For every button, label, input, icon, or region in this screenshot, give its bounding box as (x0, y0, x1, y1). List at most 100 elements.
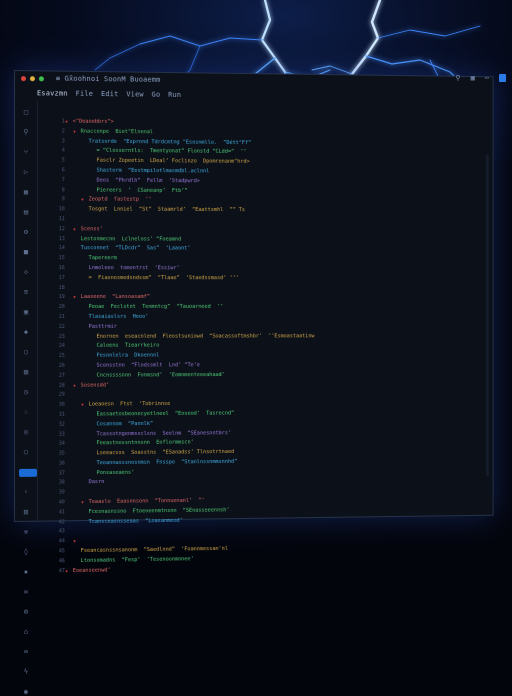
code-line[interactable]: 19 ▾ Laaseene “Lansoasamf” (43, 293, 481, 303)
file-icon[interactable]: □ (24, 108, 28, 116)
tag-icon[interactable]: ◆ (24, 328, 28, 336)
search-icon[interactable]: ⚲ (23, 128, 28, 136)
code-line[interactable]: 16 Lnmoleeo tomontrst ‘Essiwr’ (43, 264, 481, 274)
line-number: 41 (58, 509, 65, 516)
mail-icon[interactable]: ✉ (24, 588, 28, 596)
grid-icon[interactable]: ▣ (24, 308, 28, 316)
gear-icon[interactable]: ⚙ (24, 608, 28, 616)
code-text: Fasclr Zopeetin LDeal’ Foclinzo Dpomrena… (96, 157, 250, 166)
scrollbar[interactable] (485, 154, 489, 476)
code-text: Cncnssssnnn Fonmsnd’ ’Eomnmenteeeahaad’ (96, 371, 225, 379)
menu-file[interactable]: File (76, 90, 94, 98)
minimize-button[interactable] (29, 75, 35, 81)
line-number: 22 (58, 323, 65, 330)
code-text: <"Deaoobbrs”> (72, 118, 114, 125)
code-text: Fesnnlelra Dkoennnl (96, 352, 160, 359)
line-number: 17 (58, 274, 65, 281)
zap-icon[interactable]: ϟ (24, 668, 28, 676)
sidebar-action-button[interactable] (18, 468, 37, 477)
doc-icon[interactable]: ■ (24, 248, 28, 256)
more-icon[interactable]: ⋯ (485, 74, 489, 82)
star-icon[interactable]: ☆ (24, 408, 28, 416)
bookmark-icon[interactable]: ◇ (24, 268, 28, 276)
folder-icon[interactable]: ▤ (24, 208, 28, 216)
fold-toggle-icon[interactable]: ▾ (81, 196, 85, 205)
code-text: Lnmoleeo tomontrst ‘Essiwr’ (88, 265, 180, 272)
maximize-button[interactable] (38, 75, 44, 81)
fold-toggle-icon[interactable]: ▾ (73, 127, 77, 136)
line-number: 43 (58, 528, 65, 535)
line-number: 8 (61, 186, 65, 193)
code-text: Tlasaiaslsrs Heoo’ (88, 313, 149, 320)
line-number: 46 (58, 558, 65, 565)
menu-go[interactable]: Go (152, 91, 161, 99)
code-line[interactable]: 18 (43, 284, 481, 294)
code-text: Enornen eseacnlend Fleostsuniowd “Soacas… (96, 332, 315, 340)
line-number: 28 (58, 382, 65, 389)
extensions-icon[interactable]: ▦ (24, 188, 28, 196)
code-text: Zeoptd fastestp ’’ (88, 196, 152, 204)
window-title: ≡ Gx̃oohnoi SoonM Buoaemm (55, 74, 161, 84)
fold-toggle-icon[interactable]: ▾ (73, 381, 77, 390)
fold-toggle-icon[interactable]: ▾ (65, 118, 69, 127)
tool-icon[interactable]: ⚒ (24, 528, 28, 536)
list-icon[interactable]: ≡ (24, 288, 28, 296)
eye-icon[interactable]: ◉ (24, 688, 28, 696)
code-area[interactable]: 1 ▾ <"Deaoobbrs”> 2 ▾ Rnaccenpe Biet"Elnenal 3… (43, 117, 481, 577)
line-number: 35 (58, 450, 65, 457)
code-text: Piereers ’ CSaneanp’ Ftb’” (96, 187, 188, 194)
code-text: Scenss’ (80, 226, 103, 233)
fold-toggle-icon[interactable]: ▾ (65, 567, 69, 576)
editor-tab[interactable]: Esavzmn (37, 89, 68, 97)
code-line[interactable]: 20 Peoae Feclstnt Tenmntcg” “Tauoarneed ’… (43, 303, 481, 313)
code-text: Tcassotngenmssclsns Seelnm “SEanesnntbrs… (96, 429, 232, 437)
bell-icon[interactable]: ◎ (24, 428, 28, 436)
code-text: Tusconnet “TLDcdr” Sas” ‘Laaont’ (80, 245, 191, 252)
code-text: Pasttrmir (88, 323, 117, 330)
code-text: Sconsstnn “Flodssmlt Lnd’ “Te’e (96, 362, 200, 369)
close-button[interactable] (20, 75, 26, 81)
fold-toggle-icon[interactable]: ▾ (73, 293, 77, 302)
chart-icon[interactable]: ▥ (24, 508, 28, 516)
line-number: 32 (58, 421, 65, 428)
line-number: 42 (58, 519, 65, 526)
code-icon[interactable]: ‹ (24, 488, 28, 496)
line-number: 3 (61, 138, 65, 145)
line-number: 24 (58, 343, 65, 350)
code-line[interactable]: 17 = Fiasnosmedsndssm” “Tlaae” ‘Staedssma… (43, 274, 481, 284)
run-button[interactable] (499, 74, 506, 82)
code-text: Ponsaseaens’ (96, 469, 135, 476)
code-text: Tapereerm (88, 255, 117, 262)
fold-toggle-icon[interactable]: ▾ (81, 498, 85, 507)
code-text: Lestonmecnn Lclneloss’ “Foeamnd (80, 235, 182, 243)
code-text: Rnaccenpe Biet"Elnenal (80, 128, 154, 136)
debug-icon[interactable]: ▷ (24, 168, 28, 176)
branch-icon[interactable]: ⑂ (24, 148, 28, 156)
link-icon[interactable]: ∞ (24, 648, 28, 656)
pin-icon[interactable]: ○ (24, 348, 28, 356)
split-icon[interactable]: ▦ (471, 74, 475, 82)
fold-toggle-icon[interactable]: ▾ (73, 537, 77, 546)
settings-icon[interactable]: ⚙ (24, 228, 28, 236)
fold-toggle-icon[interactable]: ▾ (81, 401, 85, 410)
code-text: Caloens Tiearrkeiro (96, 342, 160, 350)
lock-icon[interactable]: ▪ (24, 568, 28, 576)
code-text: Peoae Feclstnt Tenmntcg” “Tauoarneed ’’ (88, 304, 224, 311)
menu-view[interactable]: View (126, 90, 143, 98)
line-number: 7 (61, 177, 65, 184)
fold-toggle-icon[interactable]: ▾ (73, 225, 77, 234)
layers-icon[interactable]: ▧ (24, 368, 28, 376)
home-icon[interactable]: ⌂ (24, 628, 28, 636)
clock-icon[interactable]: ◷ (24, 388, 28, 396)
search-icon[interactable]: ⚲ (455, 74, 460, 82)
user-icon[interactable]: ◯ (24, 448, 28, 456)
key-icon[interactable]: ◊ (24, 548, 28, 556)
menu-run[interactable]: Run (168, 91, 181, 99)
line-number: 37 (58, 470, 65, 477)
line-number: 30 (58, 401, 65, 408)
line-number: 34 (58, 440, 65, 447)
line-number: 2 (61, 128, 65, 135)
line-number: 11 (58, 216, 65, 223)
line-number: 10 (58, 206, 65, 213)
menu-edit[interactable]: Edit (101, 90, 118, 98)
